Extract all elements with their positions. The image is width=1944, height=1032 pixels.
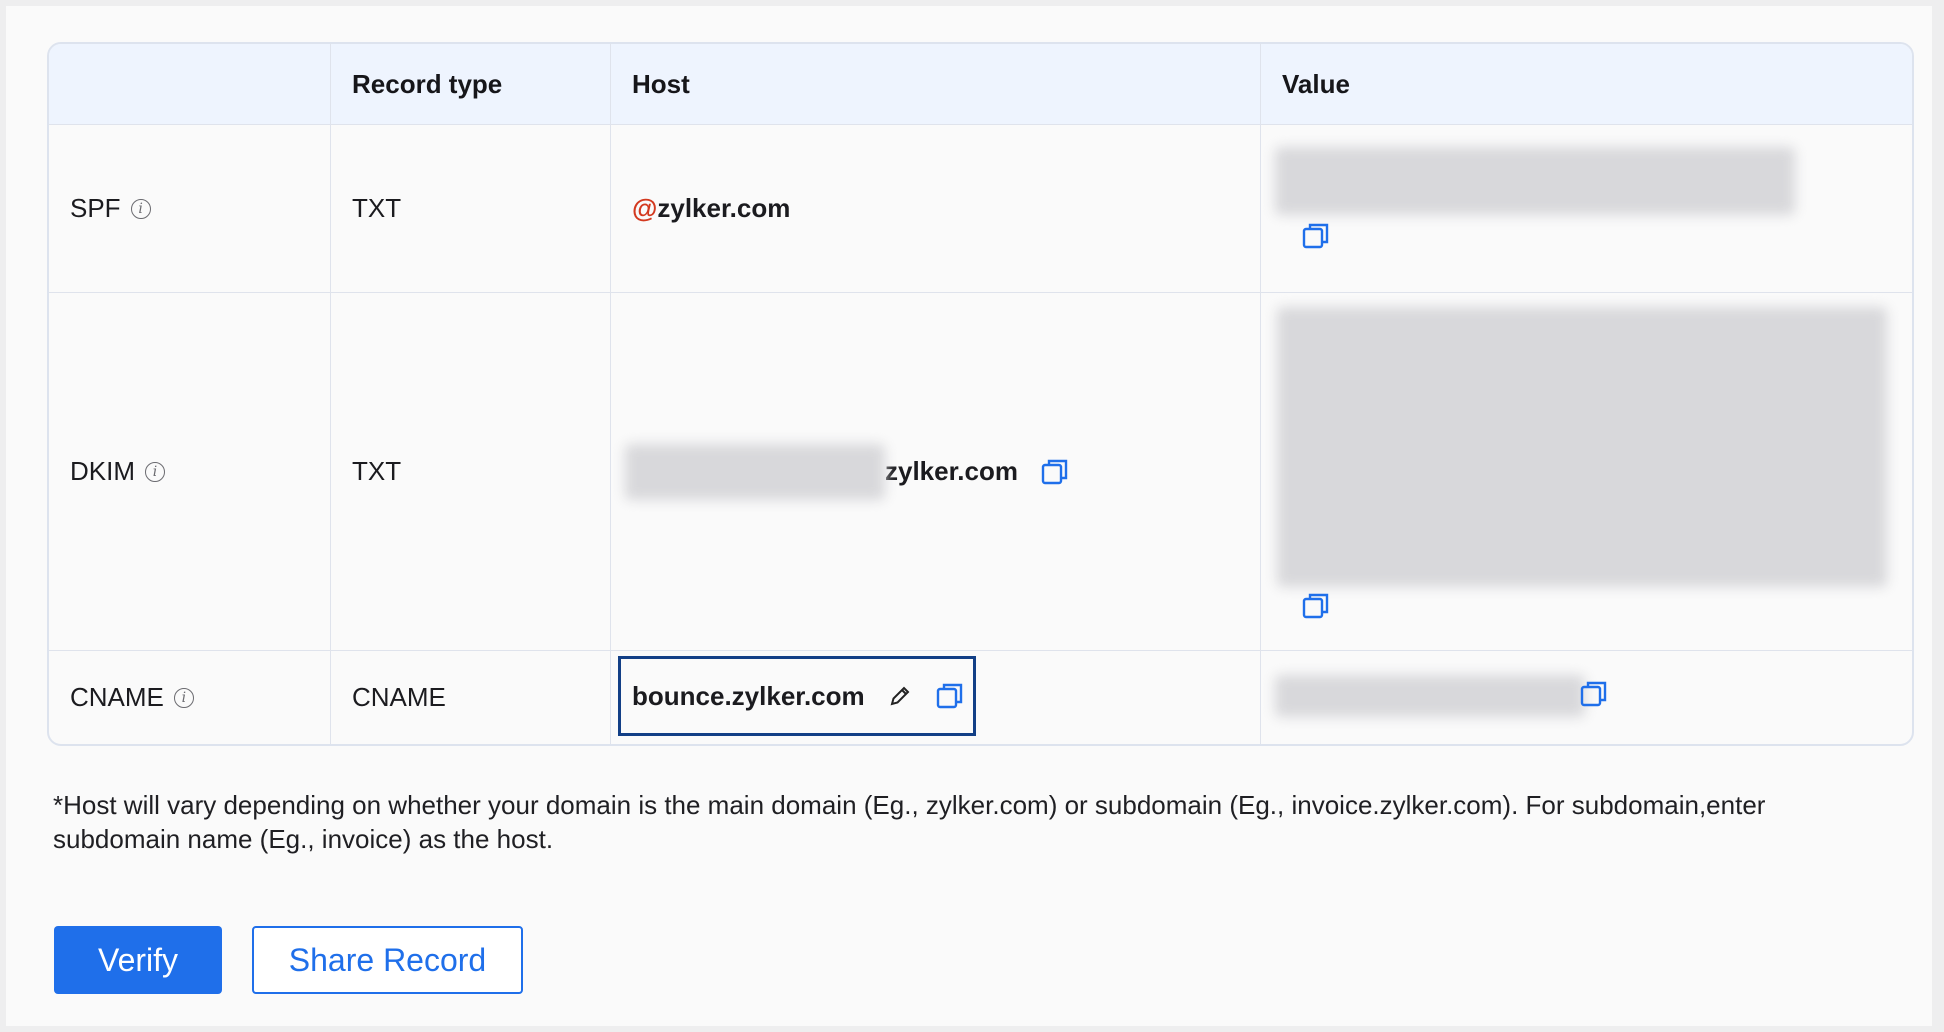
table-row-spf-host: @zylker.com [611, 125, 1261, 293]
table-row-dkim-type: TXT [331, 293, 611, 651]
redacted-value [1275, 675, 1585, 717]
record-name: CNAME [70, 682, 164, 712]
dns-records-table: Record type Host Value SPF i TXT @zylker… [47, 42, 1914, 746]
info-icon[interactable]: i [130, 198, 151, 219]
redacted-host-prefix [625, 443, 885, 500]
table-row-dkim-name: DKIM i [49, 293, 331, 651]
record-type: TXT [352, 193, 402, 223]
redacted-value [1275, 147, 1795, 215]
record-type: CNAME [352, 682, 446, 712]
cname-host: bounce.zylker.com [632, 680, 865, 711]
spf-host: @zylker.com [632, 193, 791, 223]
info-icon[interactable]: i [145, 461, 165, 482]
pencil-icon[interactable] [887, 683, 913, 709]
host-note: *Host will vary depending on whether you… [53, 790, 1766, 854]
table-row-cname-type: CNAME [331, 651, 611, 744]
copy-icon[interactable] [1301, 591, 1331, 621]
table-row-dkim-value [1261, 293, 1912, 651]
table-row-spf-type: TXT [331, 125, 611, 293]
header-name [49, 44, 331, 125]
header-host: Host [611, 44, 1261, 125]
copy-icon[interactable] [1579, 679, 1609, 709]
info-icon[interactable]: i [173, 687, 194, 708]
record-name: SPF [70, 193, 121, 223]
header-value: Value [1261, 44, 1912, 125]
copy-icon[interactable] [935, 681, 965, 711]
record-type: TXT [352, 456, 402, 486]
dkim-host: zylker.com [885, 456, 1018, 486]
share-record-button[interactable]: Share Record [252, 926, 523, 994]
table-row-dkim-host: zylker.com [611, 293, 1261, 651]
table-row-cname-value [1261, 651, 1912, 744]
header-record-type: Record type [331, 44, 611, 125]
copy-icon[interactable] [1301, 221, 1331, 251]
copy-icon[interactable] [1040, 457, 1070, 487]
redacted-value [1277, 307, 1887, 587]
record-name: DKIM [70, 456, 135, 486]
editable-host-box[interactable]: bounce.zylker.com [618, 656, 976, 736]
table-row-cname-host: bounce.zylker.com [611, 651, 1261, 744]
dns-records-panel: Record type Host Value SPF i TXT @zylker… [6, 6, 1932, 1026]
verify-button[interactable]: Verify [54, 926, 222, 994]
table-row-spf-value [1261, 125, 1912, 293]
table-row-cname-name: CNAME i [49, 651, 331, 744]
table-row-spf-name: SPF i [49, 125, 331, 293]
